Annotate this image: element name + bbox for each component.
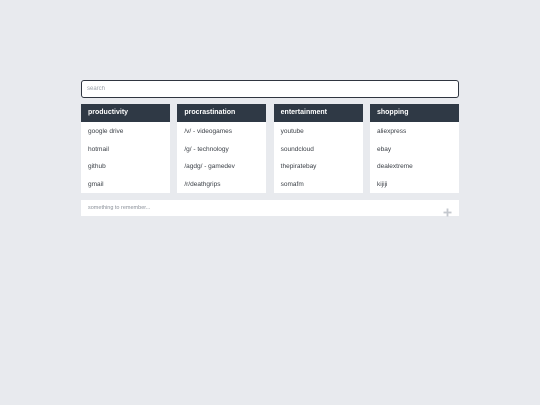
note-bar (81, 200, 459, 216)
link-list: youtube soundcloud thepiratebay somafm (274, 122, 363, 194)
link-deathgrips[interactable]: /r/deathgrips (177, 176, 266, 194)
plus-icon[interactable] (443, 204, 452, 216)
link-youtube[interactable]: youtube (274, 123, 363, 141)
link-columns: productivity google drive hotmail github… (81, 104, 459, 193)
link-list: google drive hotmail github gmail (81, 122, 170, 194)
link-somafm[interactable]: somafm (274, 176, 363, 194)
link-github[interactable]: github (81, 158, 170, 176)
column-procrastination: procrastination /v/ - videogames /g/ - t… (177, 104, 267, 194)
column-productivity: productivity google drive hotmail github… (81, 104, 170, 193)
column-title: procrastination (177, 104, 267, 122)
start-page: productivity google drive hotmail github… (81, 80, 459, 216)
link-ebay[interactable]: ebay (370, 141, 459, 159)
link-technology[interactable]: /g/ - technology (177, 141, 266, 159)
link-soundcloud[interactable]: soundcloud (274, 141, 363, 159)
link-gmail[interactable]: gmail (81, 176, 170, 194)
column-title: productivity (81, 104, 170, 122)
link-aliexpress[interactable]: aliexpress (370, 123, 459, 141)
column-title: shopping (369, 104, 459, 122)
note-input[interactable] (88, 205, 388, 211)
search-input[interactable] (81, 80, 459, 98)
link-list: aliexpress ebay dealextreme kijiji (370, 122, 459, 194)
link-thepiratebay[interactable]: thepiratebay (274, 158, 363, 176)
column-shopping: shopping aliexpress ebay dealextreme kij… (369, 104, 459, 194)
link-videogames[interactable]: /v/ - videogames (177, 123, 266, 141)
link-google-drive[interactable]: google drive (81, 123, 170, 141)
link-hotmail[interactable]: hotmail (81, 141, 170, 159)
column-title: entertainment (273, 104, 363, 122)
link-gamedev[interactable]: /agdg/ - gamedev (177, 158, 266, 176)
column-entertainment: entertainment youtube soundcloud thepira… (273, 104, 363, 194)
link-dealextreme[interactable]: dealextreme (370, 158, 459, 176)
link-kijiji[interactable]: kijiji (370, 176, 459, 194)
link-list: /v/ - videogames /g/ - technology /agdg/… (177, 122, 266, 194)
